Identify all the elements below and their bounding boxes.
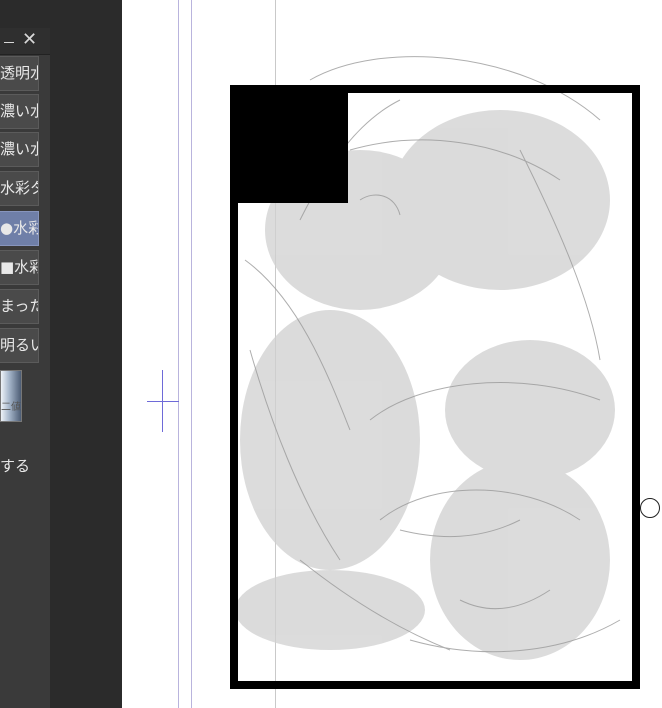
- crosshair-horizontal: [147, 401, 179, 402]
- comic-frame-border[interactable]: [230, 85, 640, 689]
- transform-handle-icon[interactable]: [640, 498, 660, 518]
